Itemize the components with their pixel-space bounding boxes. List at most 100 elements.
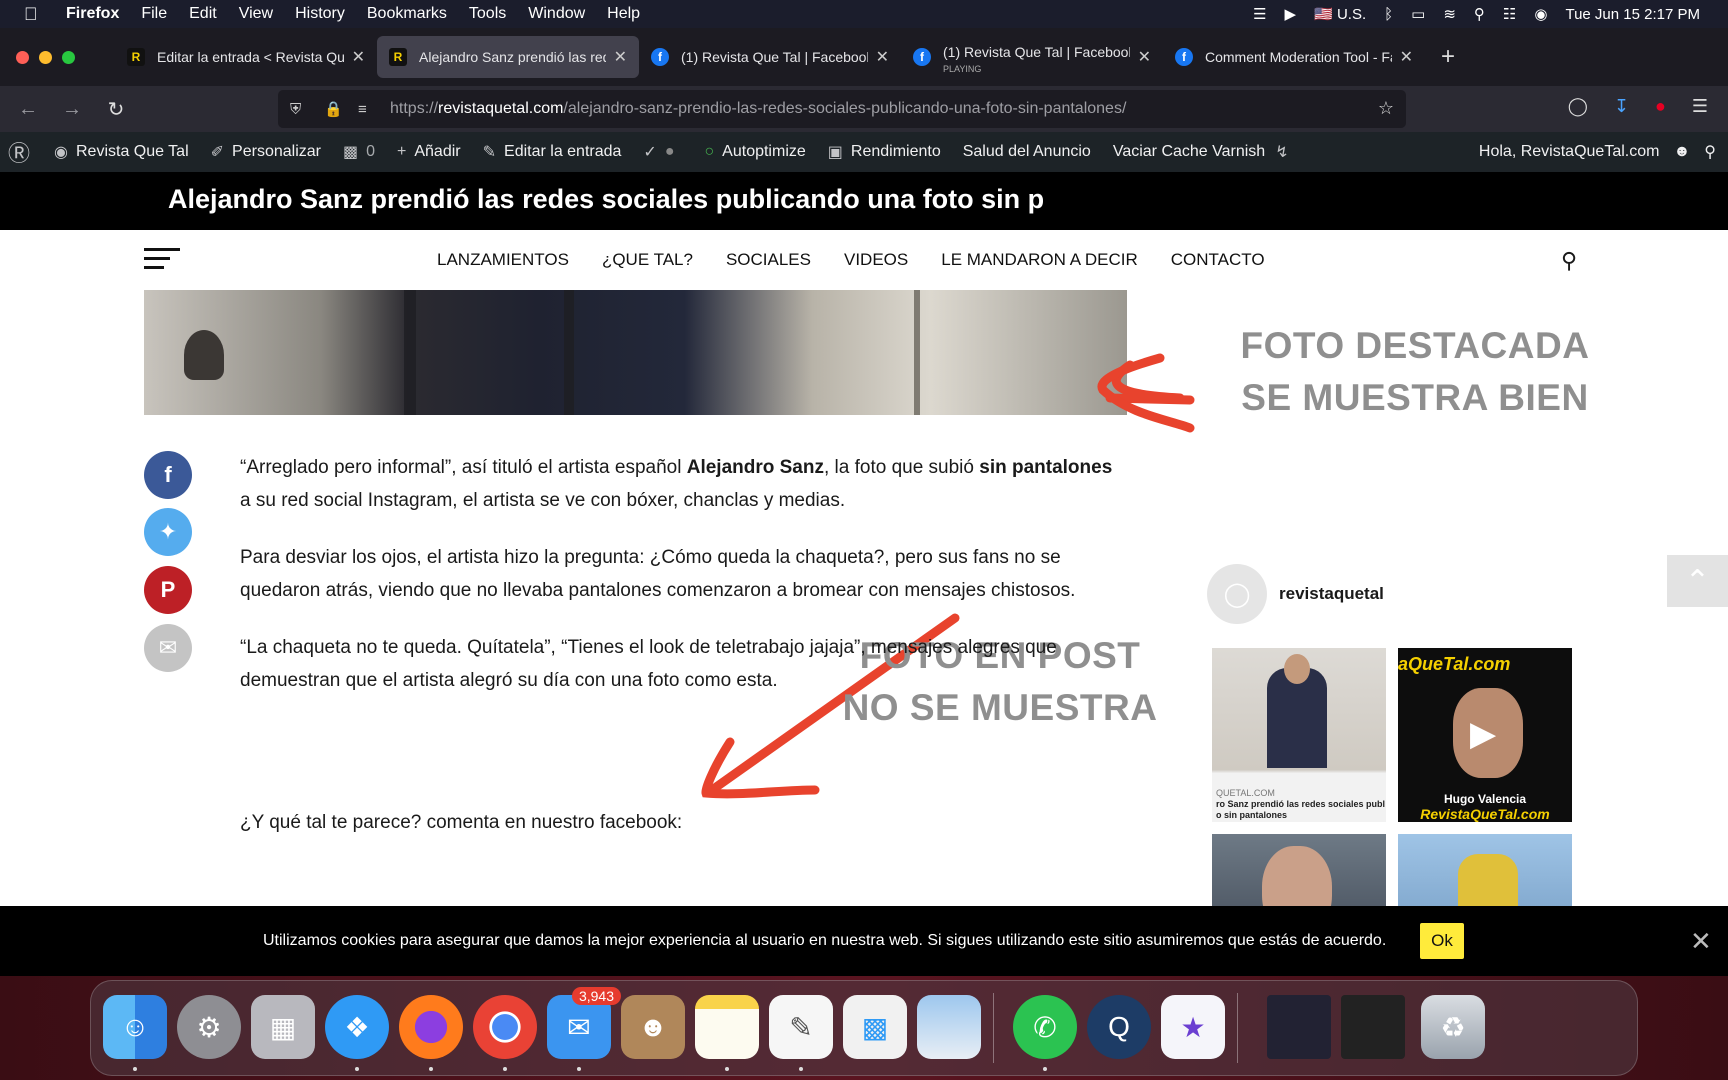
chrome-icon[interactable] [473,995,537,1059]
downloads-icon[interactable]: ↧ [1614,96,1629,117]
instagram-username[interactable]: revistaquetal [1279,584,1384,604]
wp-autoptimize-link[interactable]: ○ Autoptimize [705,143,806,161]
nav-sociales[interactable]: SOCIALES [726,250,811,270]
video-play-icon[interactable]: ▶ [1470,714,1496,754]
numbers-icon[interactable]: ▩ [843,995,907,1059]
close-window-button[interactable] [16,50,29,64]
instagram-post-2[interactable]: aQueTal.com ▶ Hugo Valencia RevistaQueTa… [1398,648,1572,822]
wp-customize-link[interactable]: ✐ Personalizar [211,142,321,162]
tracking-shield-icon[interactable]: ⛨ [290,101,312,118]
reload-icon[interactable]: ↻ [102,97,130,122]
instagram-post-3[interactable] [1212,834,1386,906]
trash-icon[interactable]: ♻ [1421,995,1485,1059]
input-source[interactable]: 🇺🇸 U.S. [1314,5,1366,23]
wp-performance-link[interactable]: ▣ Rendimiento [828,142,941,162]
tab-editar-entrada[interactable]: R Editar la entrada < Revista Que Tal ✕ [115,36,377,78]
quicktime-icon[interactable]: Q [1087,995,1151,1059]
pinterest-extension-icon[interactable]: ● [1655,96,1666,117]
bluetooth-icon[interactable]: ᛒ [1384,6,1393,23]
nav-lanzamientos[interactable]: LANZAMIENTOS [437,250,569,270]
new-tab-button[interactable]: + [1441,43,1455,71]
zoom-window-button[interactable] [62,50,75,64]
stack-icon[interactable]: ☰ [1253,5,1266,23]
share-email-button[interactable]: ✉ [144,624,192,672]
user-avatar-icon[interactable]: ☻ [1673,143,1690,161]
scroll-to-top-button[interactable]: ⌃ [1667,555,1728,607]
apple-icon[interactable]:  [24,4,48,25]
wp-edit-post-link[interactable]: ✎ Editar la entrada [483,142,622,162]
menubar-clock[interactable]: Tue Jun 15 2:17 PM [1565,6,1700,23]
instagram-avatar-icon[interactable]: ◯ [1207,564,1267,624]
lock-icon[interactable]: 🔒 [324,100,346,118]
menu-window[interactable]: Window [528,5,585,23]
system-preferences-icon[interactable]: ⚙ [177,995,241,1059]
bookmark-star-icon[interactable]: ☆ [1378,98,1394,119]
imovie-icon[interactable]: ★ [1161,995,1225,1059]
menu-edit[interactable]: Edit [189,5,217,23]
app-menu-icon[interactable]: ☰ [1692,96,1708,117]
wp-add-link[interactable]: + Añadir [397,143,461,161]
yoast-seo-link[interactable]: ✓ ● [643,142,682,162]
nav-le-mandaron-a-decir[interactable]: LE MANDARON A DECIR [941,250,1138,270]
minimize-window-button[interactable] [39,50,52,64]
wp-greeting[interactable]: Hola, RevistaQueTal.com [1479,143,1660,161]
instagram-post-4[interactable] [1398,834,1572,906]
spotlight-search-icon[interactable]: ⚲ [1474,5,1485,23]
site-search-icon[interactable]: ⚲ [1561,248,1577,274]
menu-bookmarks[interactable]: Bookmarks [367,5,447,23]
forward-arrow-icon[interactable]: → [58,98,86,121]
instagram-widget-header[interactable]: ◯ revistaquetal [1207,564,1384,624]
nav-contacto[interactable]: CONTACTO [1171,250,1265,270]
firefox-icon[interactable] [399,995,463,1059]
siri-icon[interactable]: ◉ [1534,5,1547,23]
menu-file[interactable]: File [141,5,167,23]
window-thumbnail-1[interactable] [1267,995,1331,1059]
play-circle-icon[interactable]: ▶ [1285,5,1297,23]
tab-facebook-2[interactable]: f (1) Revista Que Tal | Facebook PLAYING… [901,36,1163,78]
window-thumbnail-2[interactable] [1341,995,1405,1059]
safari-icon[interactable]: ❖ [325,995,389,1059]
cookie-close-icon[interactable]: ✕ [1690,926,1712,957]
wordpress-logo-icon[interactable]: Ⓡ [8,136,38,168]
launchpad-icon[interactable]: ▦ [251,995,315,1059]
back-arrow-icon[interactable]: ← [14,98,42,121]
share-twitter-button[interactable]: ✦ [144,508,192,556]
tab-comment-moderation[interactable]: f Comment Moderation Tool - Facebook ✕ [1163,36,1425,78]
mail-icon[interactable]: ✉ 3,943 [547,987,621,1059]
nav-que-tal[interactable]: ¿QUE TAL? [602,250,693,270]
menu-view[interactable]: View [239,5,273,23]
wp-comments-link[interactable]: ▩ 0 [343,142,375,162]
instagram-post-1[interactable]: QUETAL.COM ro Sanz prendió las redes soc… [1212,648,1386,822]
menu-tools[interactable]: Tools [469,5,506,23]
wp-varnish-link[interactable]: Vaciar Cache Varnish ↯ [1113,142,1297,162]
menubar-app-name[interactable]: Firefox [66,5,119,23]
cookie-ok-button[interactable]: Ok [1420,923,1464,959]
tab-alejandro-sanz[interactable]: R Alejandro Sanz prendió las redes socia… [377,36,639,78]
finder-icon[interactable]: ☺ [103,995,167,1059]
share-facebook-button[interactable]: f [144,451,192,499]
url-bar[interactable]: ⛨ 🔒 ≡ https://revistaquetal.com/alejandr… [278,90,1406,128]
close-tab-icon[interactable]: ✕ [352,47,365,67]
wp-site-link[interactable]: ◉ Revista Que Tal [54,142,189,162]
whatsapp-icon[interactable]: ✆ [1013,995,1077,1059]
notes-icon[interactable] [695,995,759,1059]
contacts-icon[interactable]: ☻ [621,995,685,1059]
close-tab-icon[interactable]: ✕ [1138,47,1151,67]
preview-icon[interactable] [917,995,981,1059]
battery-icon[interactable]: ▭ [1411,5,1425,23]
menu-help[interactable]: Help [607,5,640,23]
control-center-icon[interactable]: ☷ [1503,5,1516,23]
pocket-icon[interactable]: ◯ [1568,96,1588,117]
permissions-icon[interactable]: ≡ [358,101,380,118]
share-pinterest-button[interactable]: P [144,566,192,614]
textedit-icon[interactable]: ✎ [769,995,833,1059]
hamburger-menu-icon[interactable] [144,248,180,275]
menu-history[interactable]: History [295,5,345,23]
wp-ad-health-link[interactable]: Salud del Anuncio [963,143,1091,161]
wifi-icon[interactable]: ≋ [1443,5,1456,23]
close-tab-icon[interactable]: ✕ [614,47,627,67]
tab-facebook-1[interactable]: f (1) Revista Que Tal | Facebook ✕ [639,36,901,78]
url-text[interactable]: https://revistaquetal.com/alejandro-sanz… [390,100,1126,118]
wp-search-icon[interactable]: ⚲ [1704,142,1716,162]
nav-videos[interactable]: VIDEOS [844,250,908,270]
